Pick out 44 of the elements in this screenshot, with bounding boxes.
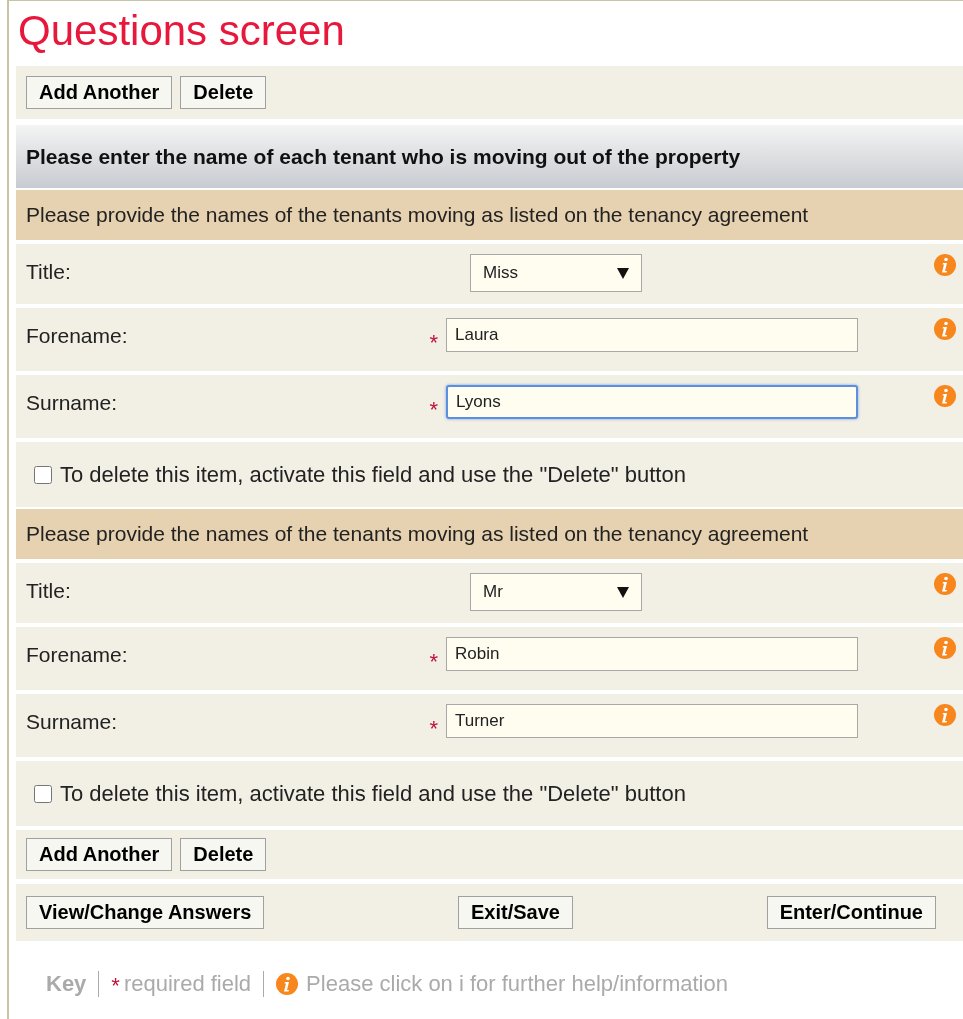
section-instruction: Please provide the names of the tenants moving as listed on the tenancy agreement — [26, 521, 810, 547]
required-marker: * — [429, 715, 438, 743]
info-icon[interactable] — [934, 385, 956, 407]
checkbox-label: To delete this item, activate this field and use the "Delete" button — [60, 461, 686, 489]
required-marker: * — [429, 396, 438, 424]
form-button[interactable]: Delete — [180, 838, 267, 871]
dropdown-arrow-icon — [617, 586, 629, 598]
text-input[interactable]: Robin — [446, 637, 858, 671]
key-text: Please click on i for further help/information — [306, 970, 728, 998]
section-instruction: Please provide the names of the tenants moving as listed on the tenancy agreement — [26, 202, 810, 228]
field-label: Title: — [26, 578, 72, 604]
form-button[interactable]: Delete — [180, 75, 267, 109]
key-label: Key — [46, 970, 87, 998]
field-label: Surname: — [26, 390, 119, 416]
field-label: Forename: — [26, 323, 129, 349]
page-title: Questions screen — [17, 6, 346, 56]
required-marker: * — [111, 972, 120, 1000]
info-icon[interactable] — [934, 254, 956, 276]
info-icon[interactable] — [934, 318, 956, 340]
form-button[interactable]: Add Another — [26, 838, 173, 871]
form-button[interactable]: Exit/Save — [458, 896, 573, 929]
required-marker: * — [429, 648, 438, 676]
field-label: Title: — [26, 259, 72, 285]
delete-checkbox[interactable] — [34, 465, 52, 484]
text-input[interactable]: Turner — [446, 704, 858, 738]
info-icon[interactable] — [276, 972, 299, 995]
dropdown-arrow-icon — [617, 267, 629, 279]
key-text: required field — [123, 970, 252, 998]
delete-checkbox[interactable] — [34, 784, 52, 803]
info-icon[interactable] — [934, 637, 956, 659]
required-marker: * — [429, 329, 438, 357]
form-button[interactable]: Add Another — [26, 75, 173, 109]
text-input[interactable]: Laura — [446, 318, 858, 352]
form-button[interactable]: Enter/Continue — [766, 896, 936, 929]
form-button[interactable]: View/Change Answers — [26, 896, 265, 929]
question-heading: Please enter the name of each tenant who is moving out of the property — [26, 144, 741, 168]
title-dropdown[interactable]: Mr — [470, 573, 642, 611]
checkbox-label: To delete this item, activate this field and use the "Delete" button — [60, 780, 686, 808]
field-label: Forename: — [26, 642, 129, 668]
info-icon[interactable] — [934, 573, 956, 595]
field-label: Surname: — [26, 709, 119, 735]
info-icon[interactable] — [934, 704, 956, 726]
title-dropdown[interactable]: Miss — [470, 254, 642, 292]
text-input[interactable]: Lyons — [446, 385, 858, 419]
